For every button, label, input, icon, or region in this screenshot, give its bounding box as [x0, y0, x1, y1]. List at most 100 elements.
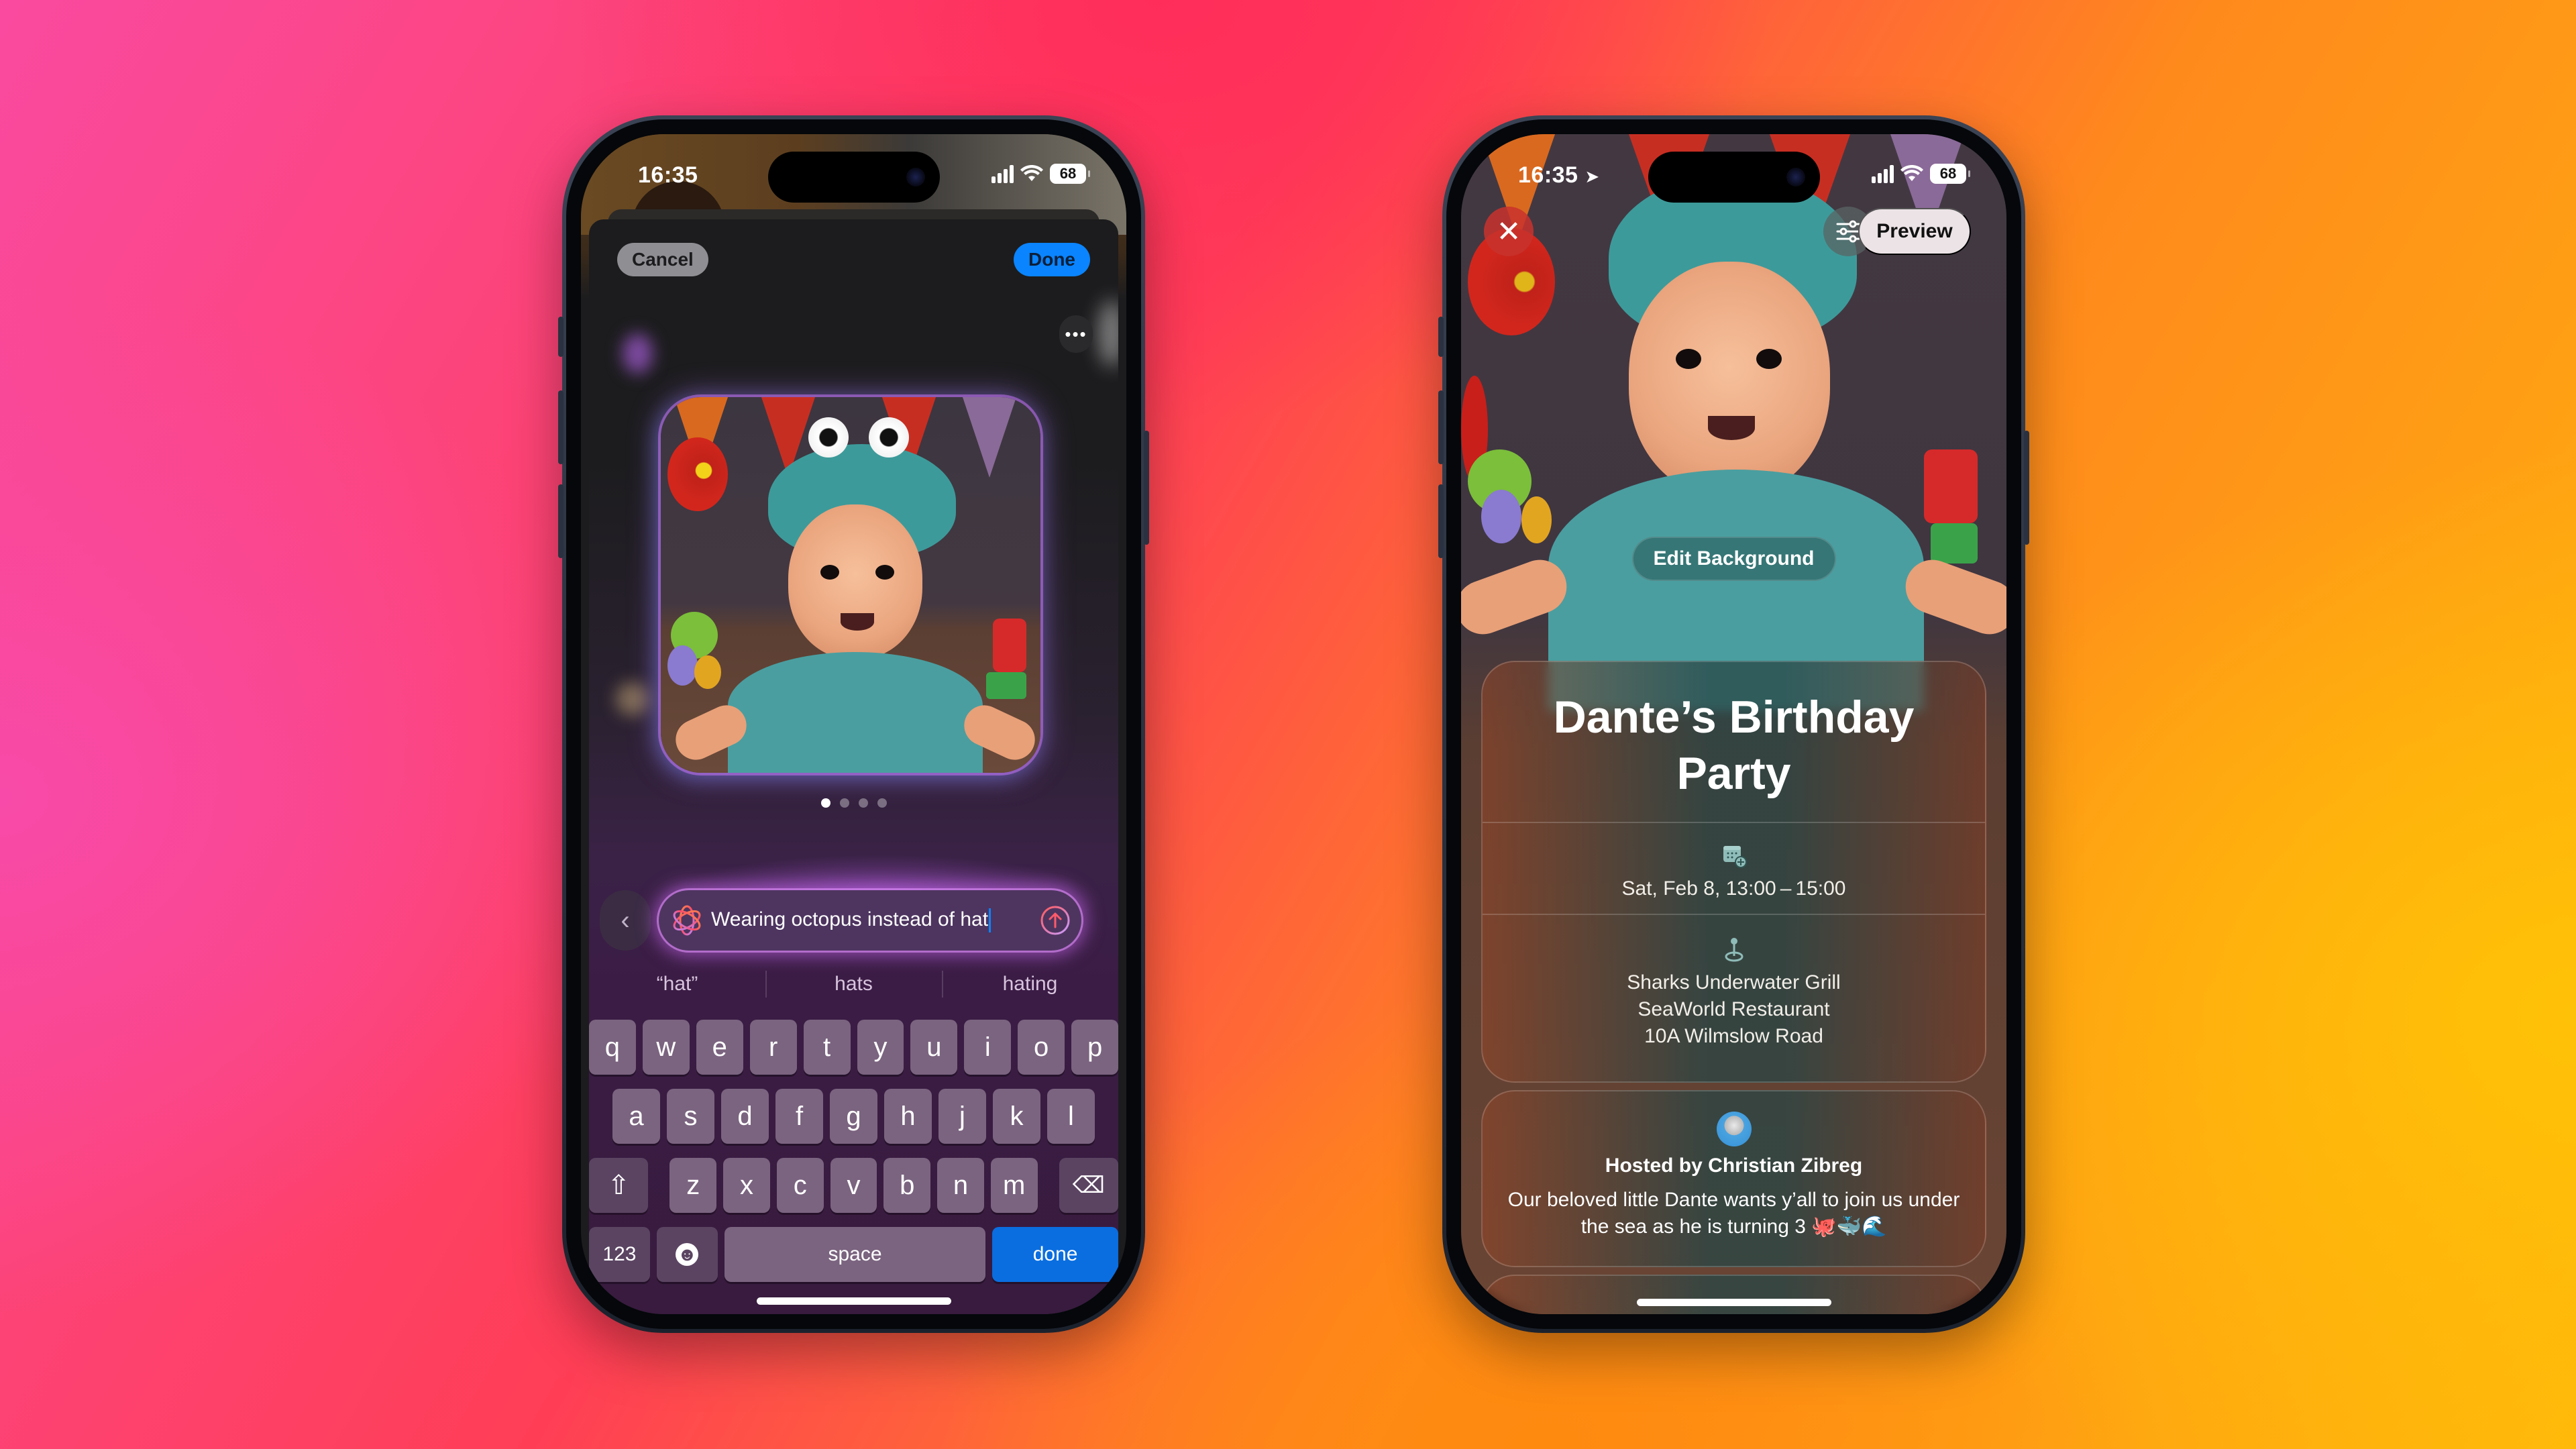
- key-z[interactable]: z: [669, 1158, 717, 1213]
- send-arrow-icon[interactable]: [1040, 905, 1071, 936]
- wifi-icon: [1900, 165, 1923, 181]
- emoji-icon: ☻: [676, 1243, 699, 1266]
- location-arrow-icon: ➤: [1585, 166, 1600, 186]
- key-l[interactable]: l: [1047, 1089, 1095, 1144]
- generated-image[interactable]: [661, 397, 1040, 773]
- divider: [1483, 914, 1985, 915]
- chevron-left-icon: ‹: [621, 905, 630, 935]
- key-i[interactable]: i: [964, 1020, 1012, 1075]
- image-playground-sheet: Cancel Done ••• ‹ Wearing octopus instea…: [589, 219, 1118, 1314]
- side-button: [1144, 431, 1149, 545]
- delete-key[interactable]: ⌫: [1059, 1158, 1118, 1213]
- host-message[interactable]: Our beloved little Dante wants y’all to …: [1483, 1187, 1985, 1240]
- key-p[interactable]: p: [1071, 1020, 1118, 1075]
- status-bar: 16:35 ➤ 68: [1461, 160, 2006, 193]
- volume-down-button: [1438, 484, 1444, 558]
- key-x[interactable]: x: [723, 1158, 770, 1213]
- battery-indicator: 68: [1930, 164, 1970, 184]
- key-v[interactable]: v: [830, 1158, 877, 1213]
- divider: [1483, 822, 1985, 823]
- key-e[interactable]: e: [696, 1020, 743, 1075]
- close-button[interactable]: ✕: [1484, 207, 1534, 256]
- host-name: Hosted by Christian Zibreg: [1605, 1155, 1863, 1177]
- host-avatar[interactable]: [1716, 1112, 1752, 1146]
- calendar-add-icon: [1723, 846, 1747, 868]
- cancel-button[interactable]: Cancel: [617, 243, 708, 276]
- location-line: Sharks Underwater Grill: [1627, 971, 1841, 994]
- volume-up-button: [1438, 390, 1444, 464]
- more-options-button[interactable]: •••: [1059, 315, 1093, 353]
- page-dot[interactable]: [858, 798, 868, 808]
- page-dot[interactable]: [820, 798, 830, 808]
- space-key[interactable]: space: [724, 1227, 986, 1282]
- event-date-row[interactable]: Sat, Feb 8, 13:00 – 15:00: [1483, 842, 1985, 902]
- key-g[interactable]: g: [830, 1089, 877, 1144]
- keyboard-row-4: 123 ☻ space done: [589, 1227, 1118, 1282]
- left-screen: 16:35 68 Cancel Done ••• ‹ Wearing octop…: [581, 134, 1126, 1314]
- key-h[interactable]: h: [884, 1089, 932, 1144]
- action-button: [558, 317, 564, 357]
- key-d[interactable]: d: [721, 1089, 769, 1144]
- suggestion-item[interactable]: “hat”: [589, 964, 765, 1004]
- decorative-glow: [623, 333, 653, 374]
- event-title[interactable]: Dante’s Birthday Party: [1483, 689, 1985, 802]
- preview-button[interactable]: Preview: [1858, 208, 1971, 255]
- key-m[interactable]: m: [990, 1158, 1038, 1213]
- prompt-text: Wearing octopus instead of hat: [711, 908, 989, 930]
- edit-background-button[interactable]: Edit Background: [1631, 537, 1836, 581]
- page-indicator[interactable]: [589, 798, 1118, 808]
- key-w[interactable]: w: [642, 1020, 690, 1075]
- key-o[interactable]: o: [1018, 1020, 1065, 1075]
- keyboard-row-2: a s d f g h j k l: [589, 1089, 1118, 1144]
- key-q[interactable]: q: [589, 1020, 636, 1075]
- event-location-row[interactable]: Sharks Underwater Grill SeaWorld Restaur…: [1483, 936, 1985, 1050]
- key-a[interactable]: a: [612, 1089, 660, 1144]
- suggestion-item[interactable]: hating: [942, 964, 1118, 1004]
- predictive-suggestions: “hat” hats hating: [589, 964, 1118, 1004]
- shift-key[interactable]: ⇧: [589, 1158, 649, 1213]
- keyboard-row-1: q w e r t y u i o p: [589, 1020, 1118, 1075]
- location-line: SeaWorld Restaurant: [1638, 998, 1830, 1020]
- baby-illustration: [661, 397, 1040, 773]
- status-bar: 16:35 68: [581, 160, 1126, 193]
- key-r[interactable]: r: [749, 1020, 797, 1075]
- key-n[interactable]: n: [937, 1158, 984, 1213]
- left-phone: 16:35 68 Cancel Done ••• ‹ Wearing octop…: [558, 115, 1149, 1333]
- apple-intelligence-icon: [673, 905, 701, 936]
- cellular-signal-icon: [1872, 164, 1894, 183]
- done-button[interactable]: Done: [1014, 243, 1090, 276]
- key-t[interactable]: t: [803, 1020, 851, 1075]
- decorative-glow: [1098, 300, 1118, 367]
- volume-up-button: [558, 390, 564, 464]
- key-s[interactable]: s: [667, 1089, 714, 1144]
- suggestion-item[interactable]: hats: [765, 964, 942, 1004]
- sliders-icon: [1836, 220, 1860, 243]
- backspace-icon: ⌫: [1072, 1173, 1105, 1198]
- key-j[interactable]: j: [938, 1089, 986, 1144]
- key-k[interactable]: k: [993, 1089, 1040, 1144]
- key-f[interactable]: f: [775, 1089, 823, 1144]
- key-y[interactable]: y: [857, 1020, 904, 1075]
- weather-card: Weather: [1481, 1275, 1986, 1314]
- home-indicator[interactable]: [756, 1297, 951, 1305]
- side-button: [2024, 431, 2029, 545]
- key-u[interactable]: u: [910, 1020, 958, 1075]
- prompt-input[interactable]: Wearing octopus instead of hat: [659, 890, 1081, 951]
- emoji-key[interactable]: ☻: [656, 1227, 718, 1282]
- key-c[interactable]: c: [776, 1158, 824, 1213]
- back-button[interactable]: ‹: [600, 890, 651, 951]
- text-caret: [989, 908, 991, 933]
- numbers-key[interactable]: 123: [589, 1227, 650, 1282]
- status-time: 16:35 ➤: [1518, 162, 1600, 188]
- keyboard-done-key[interactable]: done: [992, 1227, 1118, 1282]
- wifi-icon: [1020, 165, 1043, 181]
- key-b[interactable]: b: [883, 1158, 931, 1213]
- mic-icon[interactable]: [1061, 1311, 1087, 1314]
- page-dot[interactable]: [877, 798, 887, 808]
- decorative-glow: [616, 682, 649, 716]
- close-icon: ✕: [1496, 215, 1521, 248]
- shift-icon: ⇧: [607, 1171, 630, 1200]
- home-indicator[interactable]: [1636, 1299, 1831, 1306]
- page-dot[interactable]: [839, 798, 849, 808]
- status-time: 16:35: [638, 162, 698, 188]
